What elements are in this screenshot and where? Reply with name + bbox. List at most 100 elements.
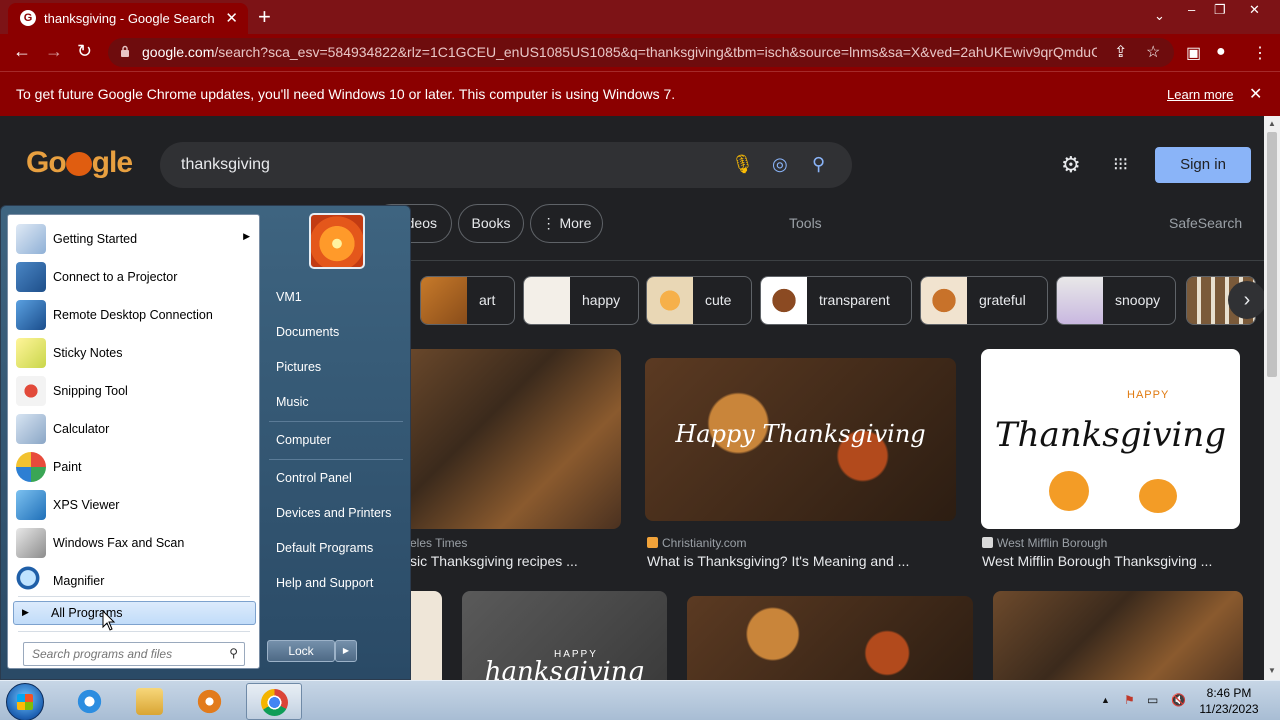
close-window-button[interactable]: ✕: [1249, 2, 1260, 18]
tab-search-icon[interactable]: ⌄: [1154, 8, 1165, 24]
start-search-input[interactable]: [32, 647, 222, 661]
program-connect-projector[interactable]: Connect to a Projector: [12, 259, 256, 295]
result-title-1[interactable]: sic Thanksgiving recipes ...: [410, 553, 610, 569]
chip-happy[interactable]: happy: [523, 276, 639, 325]
result-image-3[interactable]: HAPPY Thanksgiving: [981, 349, 1240, 529]
user-picture-avatar[interactable]: [309, 213, 365, 269]
scroll-up-arrow-icon[interactable]: ▲: [1268, 119, 1276, 128]
chip-grateful[interactable]: grateful: [920, 276, 1048, 325]
start-link-devices-printers[interactable]: Devices and Printers: [276, 506, 391, 520]
image-overlay-text: Thanksgiving: [994, 415, 1227, 455]
program-xps-viewer[interactable]: XPS Viewer: [12, 487, 256, 523]
page-scrollbar[interactable]: ▲ ▼: [1264, 116, 1280, 680]
back-icon[interactable]: ←: [13, 42, 31, 60]
program-sticky-notes[interactable]: Sticky Notes: [12, 335, 256, 371]
chip-snoopy[interactable]: snoopy: [1056, 276, 1176, 325]
infobar-close-icon[interactable]: ✕: [1249, 84, 1262, 104]
program-remote-desktop[interactable]: Remote Desktop Connection: [12, 297, 256, 333]
scrollbar-thumb[interactable]: [1267, 132, 1277, 377]
start-link-pictures[interactable]: Pictures: [276, 360, 321, 374]
restore-button[interactable]: ❐: [1214, 2, 1226, 18]
taskbar-clock[interactable]: 8:46 PM 11/23/2023: [1192, 685, 1266, 717]
scroll-down-arrow-icon[interactable]: ▼: [1268, 666, 1276, 675]
program-getting-started[interactable]: Getting Started ▶: [12, 221, 256, 257]
result-source-2[interactable]: Christianity.com: [647, 536, 746, 550]
search-query[interactable]: thanksgiving: [181, 156, 270, 174]
tab-books[interactable]: Books: [458, 204, 524, 243]
windows-logo-icon: [17, 694, 33, 710]
program-calculator[interactable]: Calculator: [12, 411, 256, 447]
forward-icon[interactable]: →: [45, 42, 63, 60]
search-box[interactable]: thanksgiving 🎙 ◎ ⚲: [160, 142, 852, 188]
power-options-arrow-icon[interactable]: ▶: [335, 640, 357, 662]
new-tab-button[interactable]: +: [258, 4, 271, 30]
share-icon[interactable]: ⇪: [1114, 42, 1127, 62]
browser-tab[interactable]: G thanksgiving - Google Search ✕: [8, 3, 248, 34]
bookmark-star-icon[interactable]: ☆: [1146, 42, 1160, 62]
media-player-icon: [196, 688, 223, 715]
lock-button[interactable]: Lock: [267, 640, 335, 662]
result-title-3[interactable]: West Mifflin Borough Thanksgiving ...: [982, 553, 1252, 569]
chrome-menu-icon[interactable]: ⋮: [1252, 43, 1268, 63]
google-doodle-logo[interactable]: Go gle: [26, 146, 133, 180]
result-image-1[interactable]: [395, 349, 621, 529]
start-link-vm1[interactable]: VM1: [276, 290, 302, 304]
result-image-7[interactable]: [993, 591, 1243, 680]
learn-more-link[interactable]: Learn more: [1167, 87, 1233, 102]
start-link-documents[interactable]: Documents: [276, 325, 339, 339]
sticky-notes-icon: [16, 338, 46, 368]
start-link-computer[interactable]: Computer: [276, 433, 331, 447]
program-snipping-tool[interactable]: Snipping Tool: [12, 373, 256, 409]
action-center-flag-icon[interactable]: ⚑: [1124, 693, 1135, 707]
chrome-icon: [261, 689, 288, 716]
network-icon[interactable]: ▭: [1147, 693, 1158, 707]
result-title-2[interactable]: What is Thanksgiving? It's Meaning and .…: [647, 553, 947, 569]
result-image-2[interactable]: Happy Thanksgiving: [645, 358, 956, 521]
taskbar-chrome[interactable]: [246, 683, 302, 720]
start-link-default-programs[interactable]: Default Programs: [276, 541, 373, 555]
start-link-control-panel[interactable]: Control Panel: [276, 471, 352, 485]
chip-cute[interactable]: cute: [646, 276, 752, 325]
result-image-5[interactable]: HAPPY hanksgiving: [462, 591, 667, 680]
profile-icon[interactable]: ●: [1216, 43, 1226, 61]
magnifier-icon: [16, 566, 46, 596]
safesearch-button[interactable]: SafeSearch: [1169, 215, 1242, 231]
taskbar-media-player[interactable]: [182, 683, 238, 720]
search-icon[interactable]: ⚲: [812, 154, 825, 175]
taskbar-file-explorer[interactable]: [122, 683, 178, 720]
start-link-music[interactable]: Music: [276, 395, 309, 409]
program-fax-scan[interactable]: Windows Fax and Scan: [12, 525, 256, 561]
tabs-divider: [410, 260, 1264, 261]
chip-art[interactable]: art: [420, 276, 515, 325]
url-text: google.com/search?sca_esv=584934822&rlz=…: [142, 44, 1097, 60]
tab-more[interactable]: ⋮ More: [530, 204, 603, 243]
sign-in-button[interactable]: Sign in: [1155, 147, 1251, 183]
settings-gear-icon[interactable]: ⚙: [1061, 152, 1081, 178]
google-apps-icon[interactable]: ⁝⁝⁝: [1113, 154, 1128, 175]
program-paint[interactable]: Paint: [12, 449, 256, 485]
show-hidden-icons-arrow-icon[interactable]: ▲: [1101, 695, 1110, 705]
taskbar-internet-explorer[interactable]: [62, 683, 118, 720]
chips-next-chevron-icon[interactable]: ›: [1228, 281, 1264, 319]
result-image-6[interactable]: [687, 596, 973, 680]
start-search-box[interactable]: ⚲: [23, 642, 245, 666]
start-button[interactable]: [6, 683, 44, 720]
voice-search-icon[interactable]: 🎙: [731, 154, 754, 175]
all-programs-button[interactable]: ▶ All Programs: [13, 601, 256, 625]
reload-icon[interactable]: ↻: [77, 42, 92, 60]
result-source-1[interactable]: eles Times: [410, 536, 467, 550]
start-search-icon[interactable]: ⚲: [229, 646, 238, 660]
lens-icon[interactable]: ◎: [772, 154, 788, 175]
minimize-button[interactable]: –: [1188, 2, 1195, 17]
all-programs-arrow-icon: ▶: [22, 607, 29, 617]
clock-date: 11/23/2023: [1199, 702, 1259, 716]
start-link-help-support[interactable]: Help and Support: [276, 576, 373, 590]
program-magnifier[interactable]: Magnifier: [12, 563, 256, 599]
side-panel-icon[interactable]: ▣: [1186, 43, 1201, 63]
tab-close-icon[interactable]: ✕: [225, 9, 238, 27]
volume-muted-icon[interactable]: 🔇: [1171, 693, 1186, 707]
tools-button[interactable]: Tools: [789, 215, 822, 231]
address-bar[interactable]: google.com/search?sca_esv=584934822&rlz=…: [108, 38, 1174, 67]
result-source-3[interactable]: West Mifflin Borough: [982, 536, 1107, 550]
chip-transparent[interactable]: transparent: [760, 276, 912, 325]
